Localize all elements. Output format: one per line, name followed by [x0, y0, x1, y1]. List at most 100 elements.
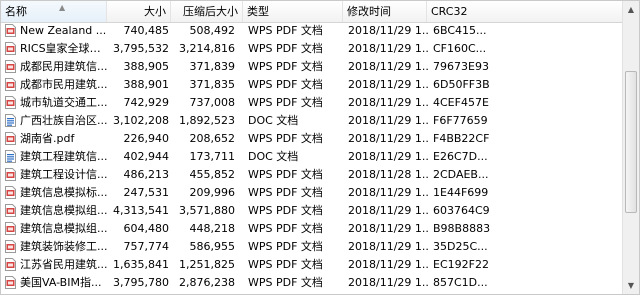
column-header-crc[interactable]: CRC32 [427, 1, 623, 22]
file-modified: 2018/11/29 1... [348, 60, 428, 73]
table-row[interactable]: 建筑装饰装修工... 757,774 586,955 WPS PDF 文档 2018/1… [1, 238, 623, 256]
file-size: 740,485 [123, 24, 170, 37]
file-crc: 6D50FF3B [433, 78, 490, 91]
table-row[interactable]: 美国VA-BIM指... 3,795,780 2,876,238 WPS PDF 文档… [1, 274, 623, 292]
file-name: 城市轨道交通工... [20, 96, 108, 109]
file-name-cell: 美国VA-BIM指... [5, 274, 109, 292]
scrollbar-thumb[interactable] [625, 71, 637, 213]
file-modified: 2018/11/29 1... [348, 24, 428, 37]
file-type: WPS PDF 文档 [248, 168, 323, 181]
file-crc: 1E44F699 [433, 186, 489, 199]
column-header-modified-label: 修改时间 [347, 5, 391, 18]
column-header-name-label: 名称 [5, 5, 27, 18]
scroll-down-icon[interactable]: ▼ [623, 277, 639, 294]
file-name-cell: 广西壮族自治区... [5, 112, 109, 130]
file-crc: 2CDAEB... [433, 168, 489, 181]
file-crc: EC192F22 [433, 258, 489, 271]
file-name-cell: 湖南省.pdf [5, 130, 109, 148]
file-name: New Zealand ... [20, 24, 107, 37]
file-crc: 857C1D... [433, 276, 488, 289]
file-compressed-size: 209,996 [189, 186, 236, 199]
file-modified: 2018/11/29 1... [348, 150, 428, 163]
file-crc: B98B8883 [433, 222, 491, 235]
file-size: 742,929 [123, 96, 170, 109]
file-type: WPS PDF 文档 [248, 42, 323, 55]
pdf-file-icon [5, 222, 16, 235]
column-header-modified[interactable]: 修改时间 [343, 1, 427, 22]
file-compressed-size: 208,652 [189, 132, 236, 145]
file-type: DOC 文档 [248, 114, 299, 127]
pdf-file-icon [5, 60, 16, 73]
table-row[interactable]: New Zealand ... 740,485 508,492 WPS PDF 文档 2… [1, 22, 623, 40]
file-rows: New Zealand ... 740,485 508,492 WPS PDF 文档 2… [1, 22, 623, 292]
file-type: WPS PDF 文档 [248, 60, 323, 73]
file-compressed-size: 737,008 [189, 96, 236, 109]
vertical-scrollbar[interactable]: ▲ ▼ [622, 1, 639, 294]
file-compressed-size: 1,251,825 [179, 258, 235, 271]
file-name: 建筑装饰装修工... [20, 240, 108, 253]
file-modified: 2018/11/29 1... [348, 132, 428, 145]
column-header-size-label: 大小 [144, 5, 166, 18]
file-name-cell: RICS皇家全球专... [5, 40, 109, 58]
file-name-cell: 成都民用建筑信... [5, 58, 109, 76]
file-compressed-size: 371,839 [189, 60, 236, 73]
file-name-cell: 建筑信息模拟标... [5, 184, 109, 202]
file-type: WPS PDF 文档 [248, 240, 323, 253]
scroll-up-icon[interactable]: ▲ [623, 1, 639, 18]
column-header-name[interactable]: 名称 ▲ [1, 1, 107, 22]
pdf-file-icon [5, 78, 16, 91]
doc-file-icon [5, 150, 16, 163]
table-row[interactable]: 城市轨道交通工... 742,929 737,008 WPS PDF 文档 2018/1… [1, 94, 623, 112]
table-row[interactable]: RICS皇家全球专... 3,795,532 3,214,816 WPS PDF 文档… [1, 40, 623, 58]
file-name-cell: 建筑工程设计信... [5, 166, 109, 184]
table-row[interactable]: 广西壮族自治区... 3,102,208 1,892,523 DOC 文档 2018/1… [1, 112, 623, 130]
table-row[interactable]: 成都市民用建筑... 388,901 371,835 WPS PDF 文档 2018/1… [1, 76, 623, 94]
table-row[interactable]: 江苏省民用建筑... 1,635,841 1,251,825 WPS PDF 文档 20… [1, 256, 623, 274]
table-row[interactable]: 建筑信息模拟组... 4,313,541 3,571,880 WPS PDF 文档 20… [1, 202, 623, 220]
file-modified: 2018/11/29 1... [348, 204, 428, 217]
file-type: WPS PDF 文档 [248, 186, 323, 199]
pdf-file-icon [5, 276, 16, 289]
file-compressed-size: 371,835 [189, 78, 236, 91]
column-header-size[interactable]: 大小 [107, 1, 171, 22]
column-header-type-label: 类型 [247, 5, 269, 18]
file-type: WPS PDF 文档 [248, 78, 323, 91]
file-name: 建筑信息模拟组... [20, 204, 108, 217]
file-name-cell: 江苏省民用建筑... [5, 256, 109, 274]
file-name: 成都市民用建筑... [20, 78, 108, 91]
file-name-cell: 成都市民用建筑... [5, 76, 109, 94]
column-header-compressed[interactable]: 压缩后大小 [171, 1, 243, 22]
file-name: 美国VA-BIM指... [20, 276, 102, 289]
file-compressed-size: 448,218 [189, 222, 236, 235]
file-crc: 35D25C... [433, 240, 488, 253]
column-header-type[interactable]: 类型 [243, 1, 343, 22]
pdf-file-icon [5, 24, 16, 37]
file-type: WPS PDF 文档 [248, 258, 323, 271]
column-header-row: 名称 ▲ 大小 压缩后大小 类型 修改时间 CRC32 [1, 1, 623, 23]
file-compressed-size: 3,571,880 [179, 204, 235, 217]
file-name: 建筑工程建筑信... [20, 150, 108, 163]
table-row[interactable]: 建筑信息模拟标... 247,531 209,996 WPS PDF 文档 2018/1… [1, 184, 623, 202]
file-crc: 4CEF457E [433, 96, 489, 109]
pdf-file-icon [5, 204, 16, 217]
table-row[interactable]: 成都民用建筑信... 388,905 371,839 WPS PDF 文档 2018/1… [1, 58, 623, 76]
file-size: 388,905 [123, 60, 170, 73]
table-row[interactable]: 湖南省.pdf 226,940 208,652 WPS PDF 文档 2018/11/2… [1, 130, 623, 148]
table-row[interactable]: 建筑信息模拟组... 604,480 448,218 WPS PDF 文档 2018/1… [1, 220, 623, 238]
file-size: 486,213 [123, 168, 170, 181]
table-row[interactable]: 建筑工程建筑信... 402,944 173,711 DOC 文档 2018/11/29… [1, 148, 623, 166]
file-modified: 2018/11/28 1... [348, 168, 428, 181]
file-compressed-size: 455,852 [189, 168, 236, 181]
file-compressed-size: 586,955 [189, 240, 236, 253]
file-crc: CF160C... [433, 42, 487, 55]
pdf-file-icon [5, 132, 16, 145]
file-name: 建筑信息模拟标... [20, 186, 108, 199]
file-size: 402,944 [123, 150, 170, 163]
file-compressed-size: 508,492 [189, 24, 236, 37]
file-name: 建筑工程设计信... [20, 168, 108, 181]
table-row[interactable]: 建筑工程设计信... 486,213 455,852 WPS PDF 文档 2018/1… [1, 166, 623, 184]
file-name-cell: New Zealand ... [5, 22, 109, 40]
file-size: 604,480 [123, 222, 170, 235]
file-size: 757,774 [123, 240, 170, 253]
file-modified: 2018/11/29 1... [348, 240, 428, 253]
